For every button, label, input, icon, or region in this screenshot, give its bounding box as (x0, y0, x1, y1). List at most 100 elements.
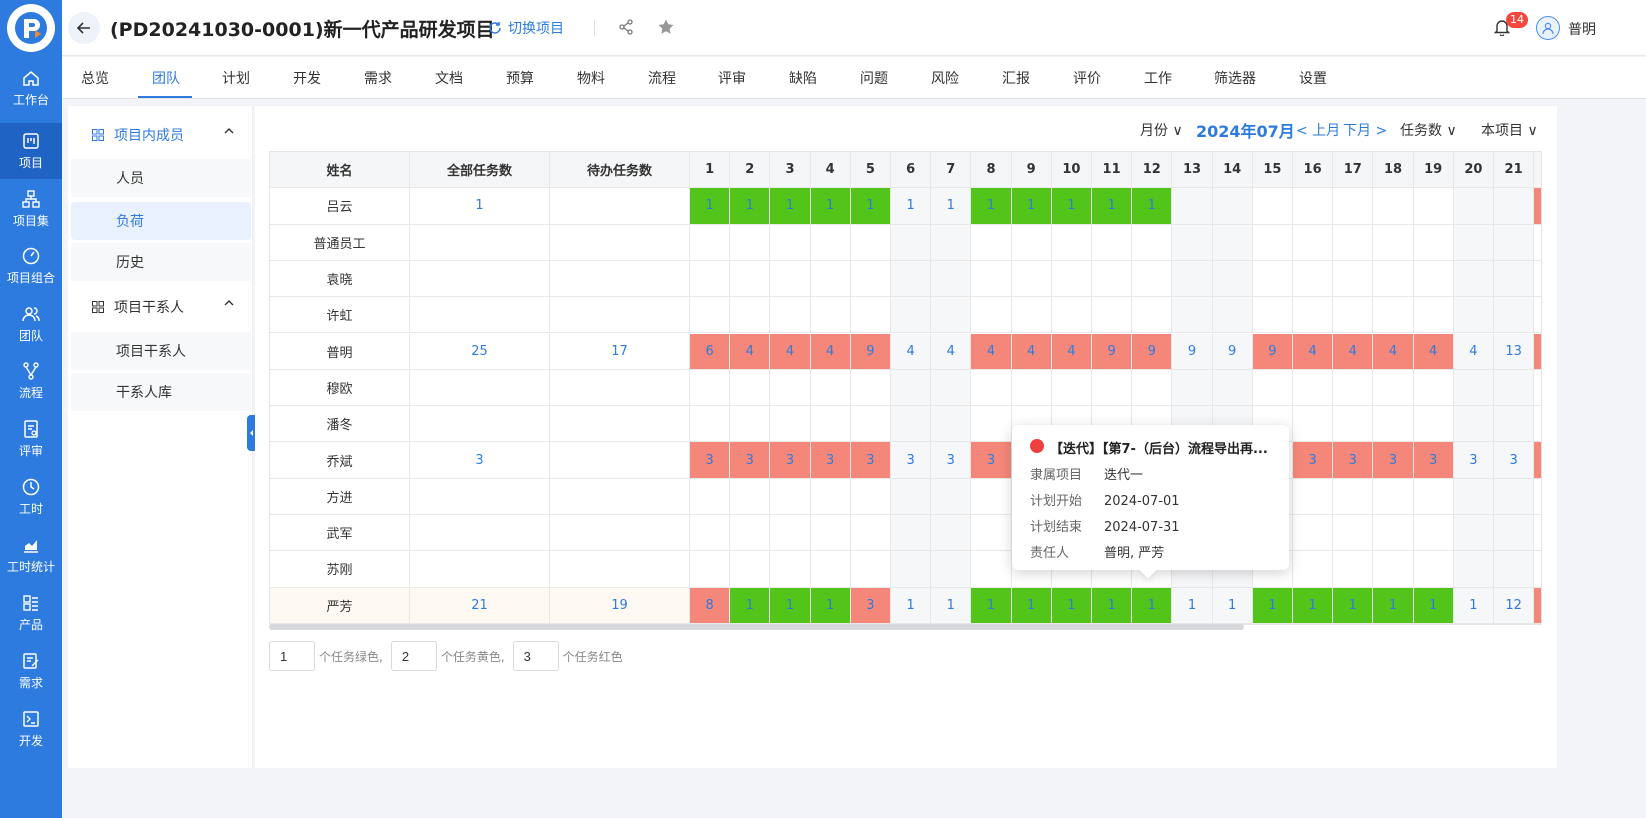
workload-day-cell[interactable] (891, 260, 932, 298)
workload-day-cell[interactable] (690, 515, 731, 552)
workload-day-cell[interactable] (1051, 260, 1092, 298)
workload-day-cell[interactable]: 3 (770, 442, 811, 479)
workload-day-cell[interactable]: 3 (1293, 442, 1334, 479)
workload-day-cell[interactable] (1212, 188, 1253, 225)
workload-day-cell[interactable] (971, 551, 1012, 588)
workload-day-cell[interactable] (1092, 297, 1133, 334)
workload-day-cell[interactable] (1252, 188, 1293, 225)
tab-14[interactable]: 评价 (1073, 68, 1101, 88)
workload-day-cell[interactable] (1494, 188, 1535, 225)
workload-day-cell[interactable]: 1 (1212, 587, 1253, 624)
tab-12[interactable]: 风险 (931, 68, 959, 88)
workload-day-cell[interactable] (1413, 224, 1454, 261)
workload-day-cell[interactable] (810, 515, 851, 552)
group-stakeholders[interactable]: 项目干系人 (68, 285, 253, 329)
workload-day-cell[interactable] (1453, 224, 1494, 261)
workload-day-cell[interactable] (891, 406, 932, 443)
workload-day-cell[interactable] (1011, 260, 1052, 298)
workload-day-cell[interactable] (1172, 260, 1213, 298)
workload-day-cell[interactable] (931, 515, 972, 552)
workload-day-cell[interactable]: 1 (891, 587, 932, 624)
workload-day-cell[interactable] (1494, 224, 1535, 261)
workload-day-cell[interactable] (1453, 260, 1494, 298)
prev-month-button[interactable]: < 上月 (1296, 120, 1340, 140)
workload-day-cell[interactable] (1534, 515, 1541, 552)
workload-day-cell[interactable]: 1 (1051, 587, 1092, 624)
workload-day-cell[interactable] (1212, 369, 1253, 407)
workload-day-cell[interactable] (1011, 224, 1052, 261)
workload-day-cell[interactable] (1293, 297, 1334, 334)
workload-day-cell[interactable] (1252, 297, 1293, 334)
workload-day-cell[interactable]: 4 (1051, 333, 1092, 370)
green-threshold-input[interactable] (269, 641, 315, 671)
workload-day-cell[interactable] (810, 406, 851, 443)
tab-17[interactable]: 设置 (1299, 68, 1327, 88)
workload-day-cell[interactable]: 4 (810, 333, 851, 370)
workload-day-cell[interactable]: 1 (1252, 587, 1293, 624)
workload-day-cell[interactable]: 3 (850, 442, 891, 479)
workload-day-cell[interactable] (1534, 479, 1541, 515)
workload-day-cell[interactable]: 1 (1092, 188, 1133, 225)
workload-day-cell[interactable] (730, 551, 771, 588)
rail-item-clock[interactable]: 工时 (0, 469, 62, 525)
workload-day-cell[interactable]: 1 (770, 188, 811, 225)
table-row-total[interactable]: 1 (410, 188, 550, 225)
workload-day-cell[interactable]: 9 (1172, 333, 1213, 370)
workload-day-cell[interactable] (1051, 297, 1092, 334)
workload-day-cell[interactable] (1413, 297, 1454, 334)
workload-day-cell[interactable] (1132, 224, 1173, 261)
table-row-pending[interactable] (550, 188, 690, 225)
workload-day-cell[interactable]: 1 (850, 188, 891, 225)
workload-day-cell[interactable] (931, 551, 972, 588)
workload-day-cell[interactable] (891, 478, 932, 515)
workload-day-cell[interactable] (1011, 369, 1052, 407)
sidebar-item-history[interactable]: 历史 (71, 243, 251, 281)
workload-day-cell[interactable]: 4 (770, 333, 811, 370)
workload-day-cell[interactable] (931, 224, 972, 261)
workload-day-cell[interactable]: 1 (971, 188, 1012, 225)
workload-day-cell[interactable] (1413, 406, 1454, 443)
workload-day-cell[interactable]: 1 (1011, 587, 1052, 624)
workload-day-cell[interactable] (770, 297, 811, 334)
workload-day-cell[interactable]: 4 (1373, 333, 1414, 370)
workload-day-cell[interactable] (1373, 260, 1414, 298)
workload-day-cell[interactable] (1494, 369, 1535, 407)
workload-day-cell[interactable]: 4 (1453, 333, 1494, 370)
workload-day-cell[interactable]: 3 (891, 442, 932, 479)
workload-day-cell[interactable] (1333, 188, 1374, 225)
workload-day-cell[interactable] (971, 297, 1012, 334)
workload-day-cell[interactable] (730, 478, 771, 515)
workload-day-cell[interactable] (690, 260, 731, 298)
workload-day-cell[interactable] (810, 369, 851, 407)
workload-day-cell[interactable] (1373, 297, 1414, 334)
tab-2[interactable]: 计划 (222, 68, 250, 88)
workload-day-cell[interactable]: 1 (1373, 587, 1414, 624)
workload-day-cell[interactable]: 4 (730, 333, 771, 370)
workload-day-cell[interactable] (1212, 224, 1253, 261)
tab-6[interactable]: 预算 (506, 68, 534, 88)
share-icon[interactable] (618, 19, 634, 39)
workload-day-cell[interactable] (1172, 224, 1213, 261)
workload-day-cell[interactable]: 1 (1051, 188, 1092, 225)
workload-day-cell[interactable] (1494, 551, 1535, 588)
workload-day-cell[interactable] (850, 551, 891, 588)
workload-day-cell[interactable] (1494, 406, 1535, 443)
workload-day-cell[interactable] (770, 478, 811, 515)
tab-3[interactable]: 开发 (293, 68, 321, 88)
workload-day-cell[interactable] (850, 297, 891, 334)
workload-day-cell[interactable] (1534, 442, 1541, 479)
table-row-total[interactable] (410, 406, 550, 443)
workload-day-cell[interactable] (891, 369, 932, 407)
workload-day-cell[interactable] (690, 406, 731, 443)
table-row-total[interactable] (410, 297, 550, 334)
workload-day-cell[interactable] (1252, 260, 1293, 298)
workload-day-cell[interactable] (1453, 297, 1494, 334)
workload-day-cell[interactable]: 3 (971, 442, 1012, 479)
workload-day-cell[interactable] (690, 551, 731, 588)
workload-day-cell[interactable] (1373, 224, 1414, 261)
tab-9[interactable]: 评审 (718, 68, 746, 88)
workload-day-cell[interactable] (1413, 369, 1454, 407)
workload-day-cell[interactable] (1252, 224, 1293, 261)
workload-day-cell[interactable] (1534, 261, 1541, 298)
workload-day-cell[interactable] (1293, 224, 1334, 261)
